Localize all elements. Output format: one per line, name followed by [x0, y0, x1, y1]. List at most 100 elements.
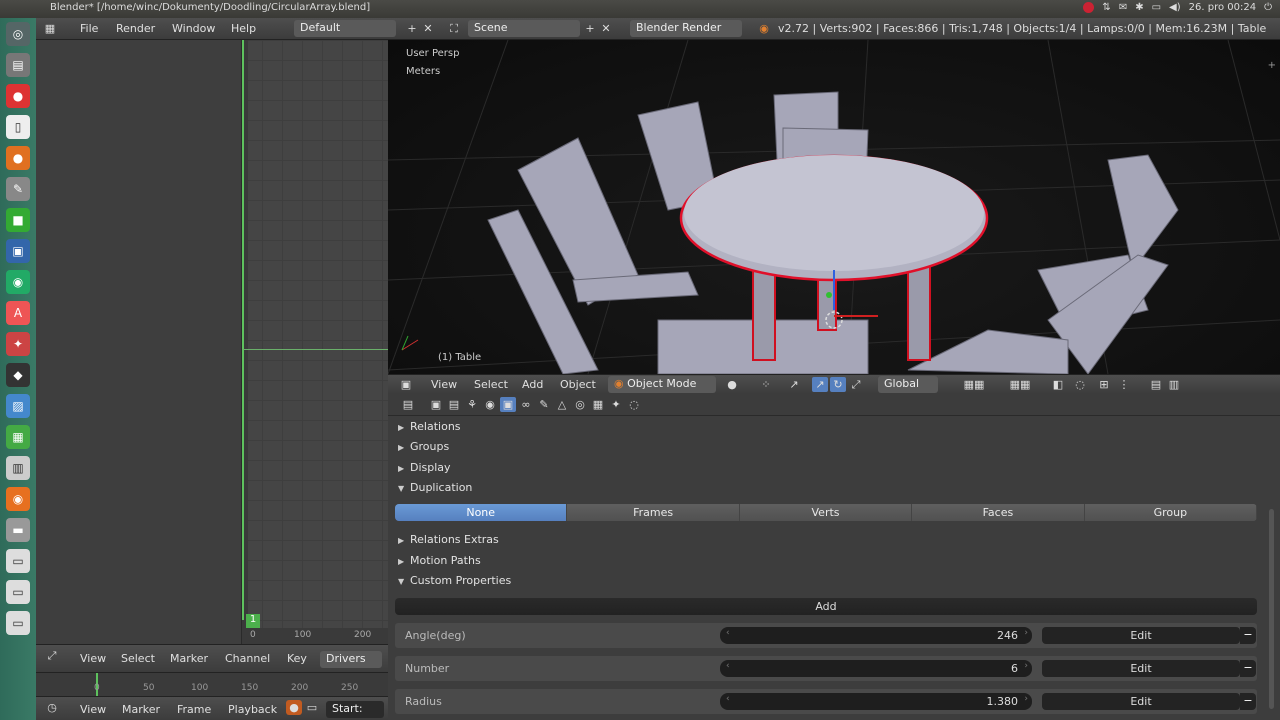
- opengl-render-icon[interactable]: ▤: [1148, 377, 1164, 392]
- dup-option-verts[interactable]: Verts: [739, 504, 913, 521]
- timeline-menu-view[interactable]: View: [80, 703, 106, 716]
- chrome-icon[interactable]: ●: [6, 84, 30, 108]
- key-icon[interactable]: ▭: [304, 700, 320, 715]
- decrement-arrow-icon[interactable]: ‹: [726, 661, 730, 671]
- edit-property-button[interactable]: Edit: [1042, 693, 1240, 710]
- settings-icon[interactable]: ✦: [6, 332, 30, 356]
- close-scene-icon[interactable]: ✕: [598, 21, 614, 36]
- graph-editor-type-icon[interactable]: ⤢: [44, 648, 60, 663]
- start-frame-field[interactable]: Start:: [326, 701, 384, 718]
- graph-grid[interactable]: 1 0 100 200: [242, 40, 388, 644]
- terminal-icon[interactable]: ▣: [6, 239, 30, 263]
- mail-icon[interactable]: ✉: [1119, 2, 1127, 13]
- timeline-menu-playback[interactable]: Playback: [228, 703, 277, 716]
- graph-menu-marker[interactable]: Marker: [170, 652, 208, 665]
- tool-icon[interactable]: ✎: [6, 177, 30, 201]
- globe-icon[interactable]: ◉: [6, 270, 30, 294]
- tab-scene-icon[interactable]: ⚘: [464, 397, 480, 412]
- record-keyframe-icon[interactable]: ●: [286, 700, 302, 715]
- viewport-menu-view[interactable]: View: [431, 378, 457, 391]
- remove-property-icon[interactable]: −: [1240, 693, 1256, 710]
- decrement-arrow-icon[interactable]: ‹: [726, 694, 730, 704]
- properties-scrollbar[interactable]: [1269, 509, 1274, 709]
- increment-arrow-icon[interactable]: ›: [1024, 661, 1028, 671]
- dup-option-group[interactable]: Group: [1084, 504, 1257, 521]
- panel-groups[interactable]: ▶ Groups: [398, 440, 449, 458]
- graph-menu-select[interactable]: Select: [121, 652, 155, 665]
- tab-data-icon[interactable]: △: [554, 397, 570, 412]
- scene-dropdown[interactable]: Scene: [468, 20, 580, 37]
- graph-menu-key[interactable]: Key: [287, 652, 307, 665]
- manipulator-toggle-icon[interactable]: ↗: [786, 377, 802, 392]
- shading-icon[interactable]: ●: [724, 377, 740, 392]
- scale-icon[interactable]: ⤢: [848, 377, 864, 392]
- snap-target-icon[interactable]: ⋮: [1116, 377, 1132, 392]
- calc-icon[interactable]: ▥: [6, 456, 30, 480]
- panel-duplication[interactable]: ▼ Duplication: [398, 481, 472, 499]
- tab-object-icon[interactable]: ▣: [500, 397, 516, 412]
- panel-relations[interactable]: ▶ Relations: [398, 420, 461, 438]
- tab-world-icon[interactable]: ◉: [482, 397, 498, 412]
- dash-icon[interactable]: ◎: [6, 22, 30, 46]
- drive2-icon[interactable]: ▭: [6, 580, 30, 604]
- opengl-anim-icon[interactable]: ▥: [1166, 377, 1182, 392]
- tab-particles-icon[interactable]: ✦: [608, 397, 624, 412]
- viewport-menu-object[interactable]: Object: [560, 378, 596, 391]
- screen-layout-dropdown[interactable]: Default: [294, 20, 396, 37]
- clock[interactable]: 26. pro 00:24: [1189, 2, 1256, 13]
- dup-option-faces[interactable]: Faces: [912, 504, 1085, 521]
- decrement-arrow-icon[interactable]: ‹: [726, 628, 730, 638]
- menu-window[interactable]: Window: [172, 22, 215, 35]
- proportional-edit-icon[interactable]: ◌: [1072, 377, 1088, 392]
- battery-icon[interactable]: ▭: [1152, 2, 1161, 13]
- timeline-menu-frame[interactable]: Frame: [177, 703, 211, 716]
- render-engine-dropdown[interactable]: Blender Render: [630, 20, 742, 37]
- dup-option-none[interactable]: None: [395, 504, 568, 521]
- translate-icon[interactable]: ↗: [812, 377, 828, 392]
- network-icon[interactable]: ⇅: [1102, 2, 1110, 13]
- add-property-button[interactable]: Add: [395, 598, 1257, 615]
- custom-property-value-field[interactable]: ‹ 246 ›: [720, 627, 1032, 644]
- software-center-icon[interactable]: A: [6, 301, 30, 325]
- graph-menu-channel[interactable]: Channel: [225, 652, 270, 665]
- timeline[interactable]: 0 50 100 150 200 250: [36, 672, 388, 697]
- volume-icon[interactable]: ◀): [1169, 2, 1181, 13]
- apps-icon[interactable]: ■: [6, 208, 30, 232]
- spreadsheet-icon[interactable]: ▦: [6, 425, 30, 449]
- blender-icon[interactable]: ◉: [6, 487, 30, 511]
- media-icon[interactable]: ◆: [6, 363, 30, 387]
- tab-modifiers-icon[interactable]: ✎: [536, 397, 552, 412]
- timeline-menu-marker[interactable]: Marker: [122, 703, 160, 716]
- viewport-editor-type-icon[interactable]: ▣: [398, 377, 414, 392]
- close-screen-icon[interactable]: ✕: [420, 21, 436, 36]
- layers-icon[interactable]: ▦▦: [954, 377, 994, 392]
- layers2-icon[interactable]: ▦▦: [1000, 377, 1040, 392]
- menu-help[interactable]: Help: [231, 22, 256, 35]
- rotate-icon[interactable]: ↻: [830, 377, 846, 392]
- tab-physics-icon[interactable]: ◌: [626, 397, 642, 412]
- image-viewer-icon[interactable]: ▨: [6, 394, 30, 418]
- firefox-icon[interactable]: ●: [6, 146, 30, 170]
- dup-option-frames[interactable]: Frames: [567, 504, 740, 521]
- panel-relations-extras[interactable]: ▶ Relations Extras: [398, 533, 499, 551]
- orientation-dropdown[interactable]: Global: [878, 376, 938, 393]
- editor-type-icon[interactable]: ▦: [42, 21, 58, 36]
- custom-property-value-field[interactable]: ‹ 6 ›: [720, 660, 1032, 677]
- tab-render-icon[interactable]: ▣: [428, 397, 444, 412]
- properties-editor-type-icon[interactable]: ▤: [400, 397, 416, 412]
- power-icon[interactable]: ⏻: [1264, 2, 1272, 13]
- timeline-editor-type-icon[interactable]: ◷: [44, 700, 60, 715]
- viewport-menu-select[interactable]: Select: [474, 378, 508, 391]
- graph-mode-dropdown[interactable]: Drivers: [320, 651, 382, 668]
- remove-property-icon[interactable]: −: [1240, 660, 1256, 677]
- panel-display[interactable]: ▶ Display: [398, 461, 451, 479]
- 3d-viewport[interactable]: User Persp Meters (1) Table +: [388, 40, 1280, 374]
- record-icon[interactable]: [1083, 2, 1095, 13]
- tab-texture-icon[interactable]: ▦: [590, 397, 606, 412]
- graph-menu-view[interactable]: View: [80, 652, 106, 665]
- edit-property-button[interactable]: Edit: [1042, 627, 1240, 644]
- menu-render[interactable]: Render: [116, 22, 155, 35]
- viewport-menu-add[interactable]: Add: [522, 378, 543, 391]
- tab-constraints-icon[interactable]: ∞: [518, 397, 534, 412]
- increment-arrow-icon[interactable]: ›: [1024, 694, 1028, 704]
